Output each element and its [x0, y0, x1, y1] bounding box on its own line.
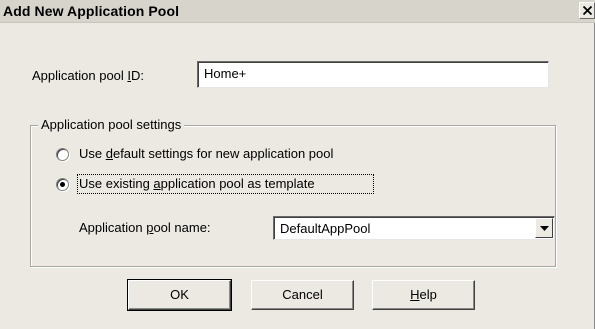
help-button-label: elp	[419, 287, 437, 302]
radio-default-settings-label[interactable]: Use default settings for new application…	[79, 146, 333, 161]
radio-default-settings[interactable]	[56, 148, 69, 161]
title-bar[interactable]: Add New Application Pool	[0, 0, 595, 23]
opt-existing-text-end: pplication pool as template	[160, 176, 315, 191]
pool-name-value: DefaultAppPool	[280, 221, 371, 236]
pool-id-value: Home+	[204, 66, 247, 81]
pool-name-select[interactable]: DefaultAppPool	[273, 216, 555, 240]
pool-id-input[interactable]: Home+	[197, 61, 549, 88]
close-icon	[583, 6, 592, 15]
radio-existing-template-label[interactable]: Use existing application pool as templat…	[79, 176, 315, 191]
chevron-down-icon	[540, 226, 549, 231]
help-button[interactable]: Help	[372, 280, 475, 310]
opt-default-text-end: efault settings for new application pool	[112, 146, 334, 161]
add-app-pool-dialog: Add New Application Pool Application poo…	[0, 0, 595, 329]
radio-existing-template[interactable]	[56, 178, 69, 191]
radio-selected-dot	[60, 182, 65, 187]
pool-name-label-text-end: ool name:	[153, 220, 211, 235]
settings-group-legend: Application pool settings	[38, 117, 185, 132]
help-button-accel: H	[410, 287, 420, 302]
ok-button-label: OK	[170, 287, 189, 302]
pool-id-label-text: Application pool	[32, 68, 128, 83]
opt-existing-accel: a	[153, 176, 161, 191]
ok-button[interactable]: OK	[127, 279, 232, 311]
opt-default-text: Use	[79, 146, 106, 161]
opt-existing-text: Use existing	[79, 176, 154, 191]
pool-id-label-text-end: D:	[131, 68, 145, 83]
pool-name-dropdown-button[interactable]	[535, 218, 553, 238]
pool-name-label-text: Application	[79, 220, 147, 235]
close-button[interactable]	[579, 2, 595, 19]
pool-name-label: Application pool name:	[79, 220, 211, 235]
dialog-title: Add New Application Pool	[3, 3, 180, 19]
cancel-button-label: Cancel	[282, 287, 323, 302]
opt-default-accel: d	[105, 146, 113, 161]
cancel-button[interactable]: Cancel	[251, 280, 354, 310]
pool-id-label: Application pool ID:	[32, 68, 144, 83]
